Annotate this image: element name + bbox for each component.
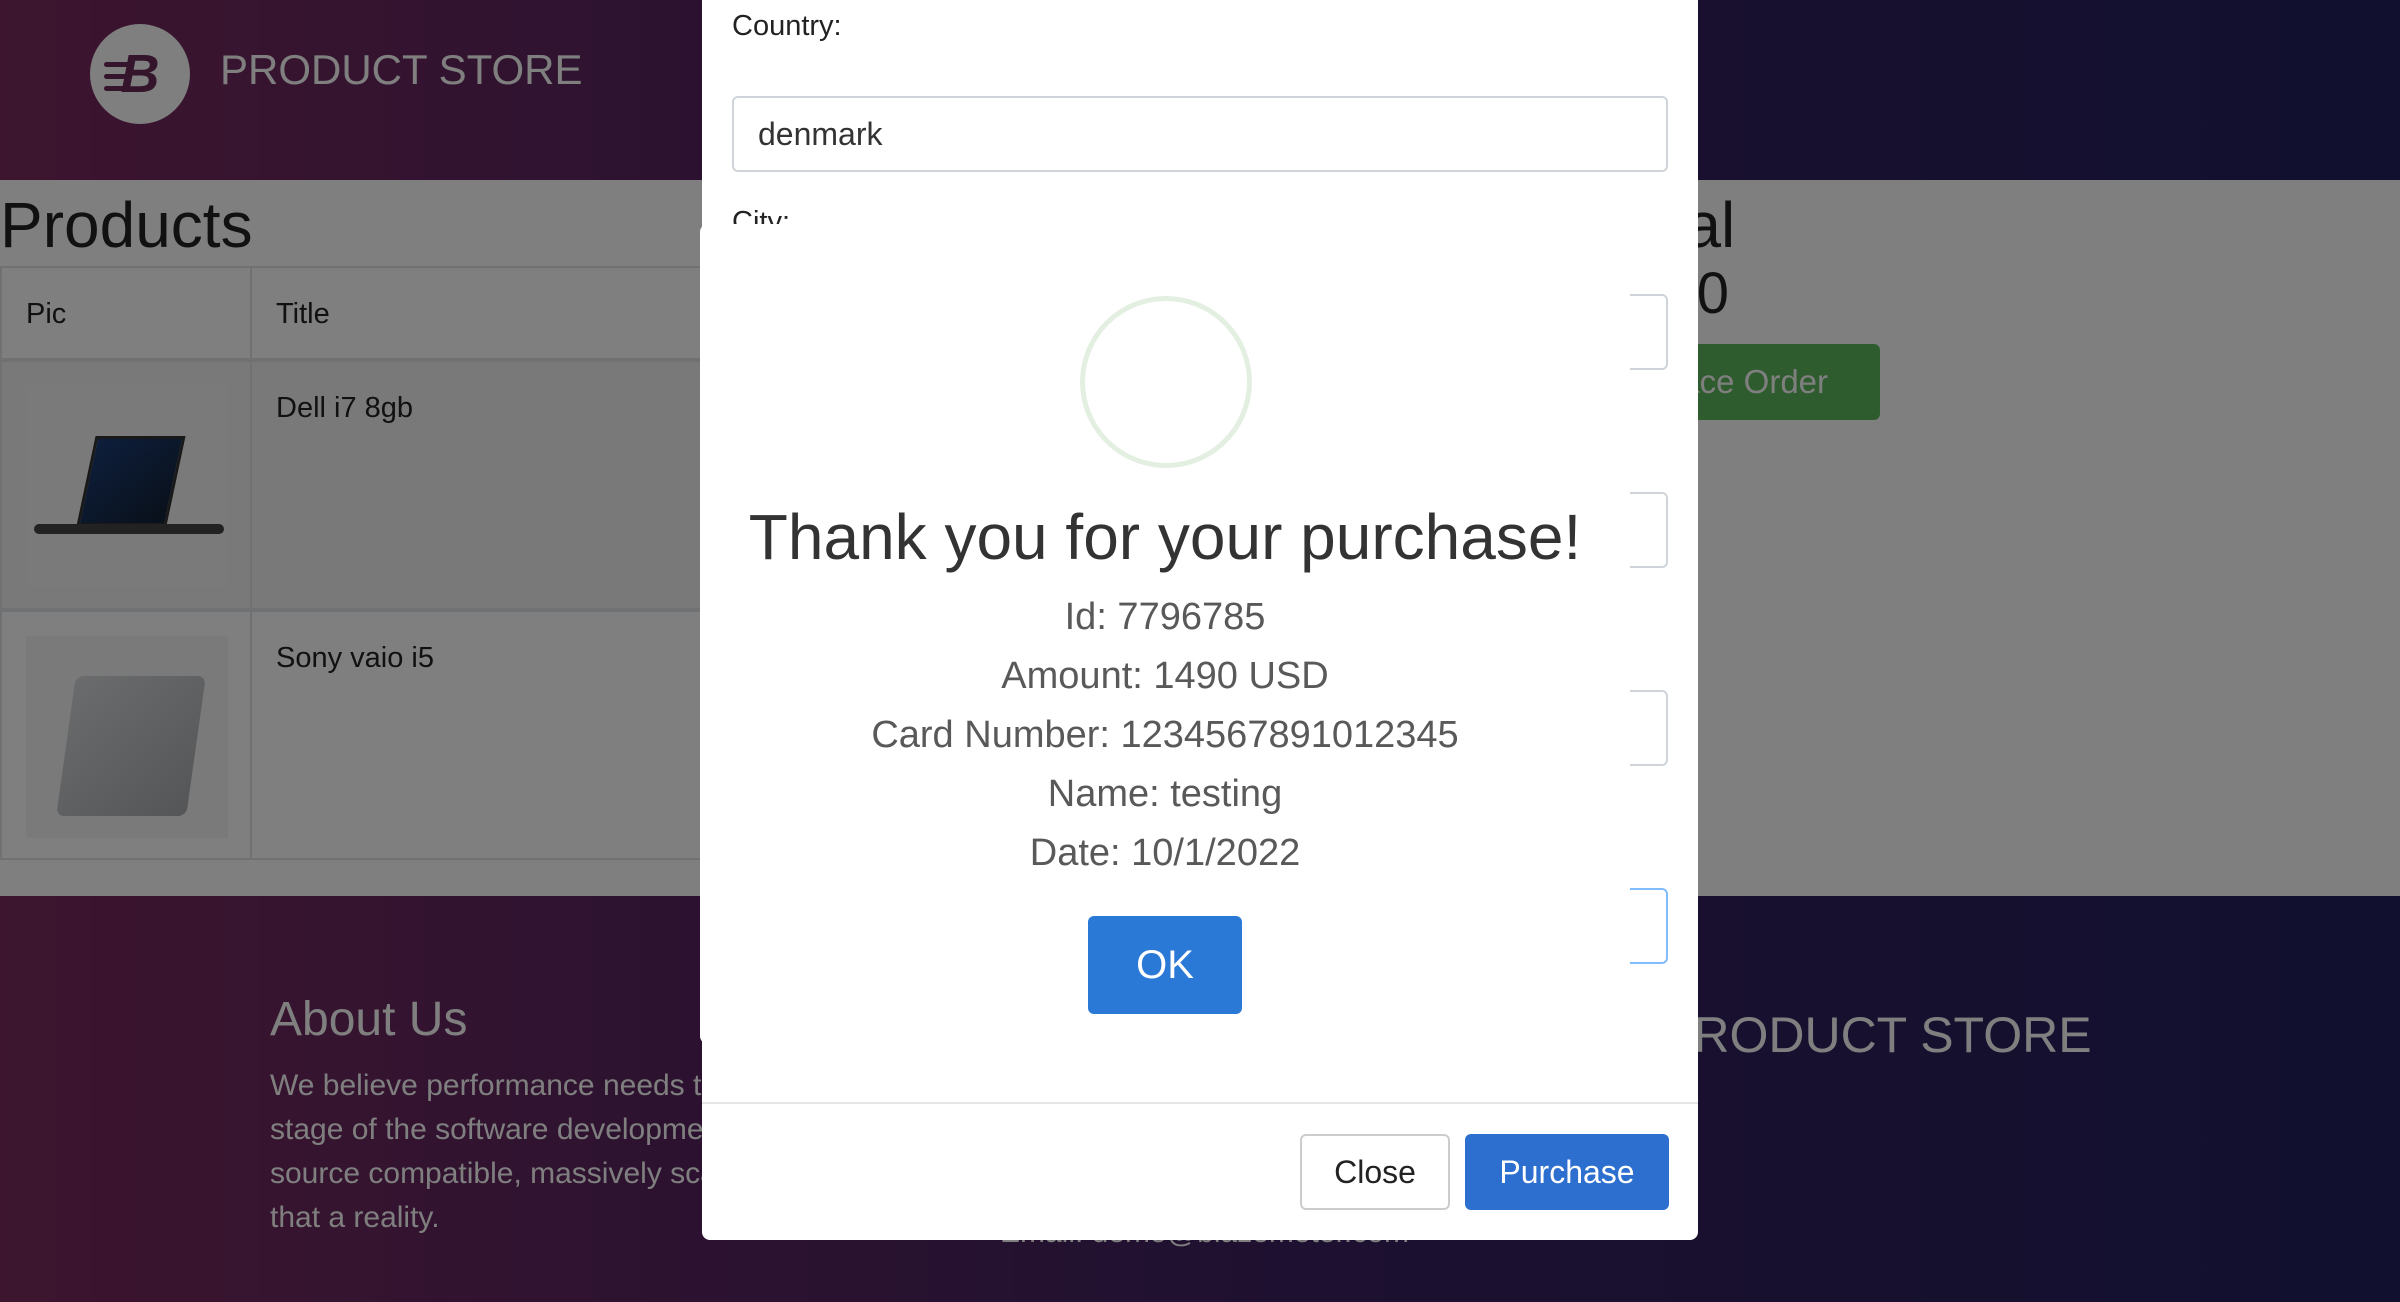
ok-button[interactable]: OK	[1088, 916, 1242, 1014]
country-label: Country:	[732, 10, 842, 42]
purchase-button[interactable]: Purchase	[1465, 1134, 1669, 1210]
close-button[interactable]: Close	[1300, 1134, 1450, 1210]
order-id: Id: 7796785	[1064, 596, 1266, 638]
order-date: Date: 10/1/2022	[1029, 832, 1301, 874]
order-name: Name: testing	[1047, 773, 1283, 815]
order-card-number: Card Number: 1234567891012345	[871, 714, 1459, 756]
order-amount: Amount: 1490 USD	[1001, 655, 1329, 697]
modal-footer-divider	[702, 1102, 1698, 1104]
purchase-success-alert: Thank you for your purchase! Id: 7796785…	[700, 224, 1630, 1044]
alert-title: Thank you for your purchase!	[748, 501, 1582, 573]
country-input[interactable]	[732, 96, 1668, 172]
success-icon	[1080, 296, 1252, 468]
